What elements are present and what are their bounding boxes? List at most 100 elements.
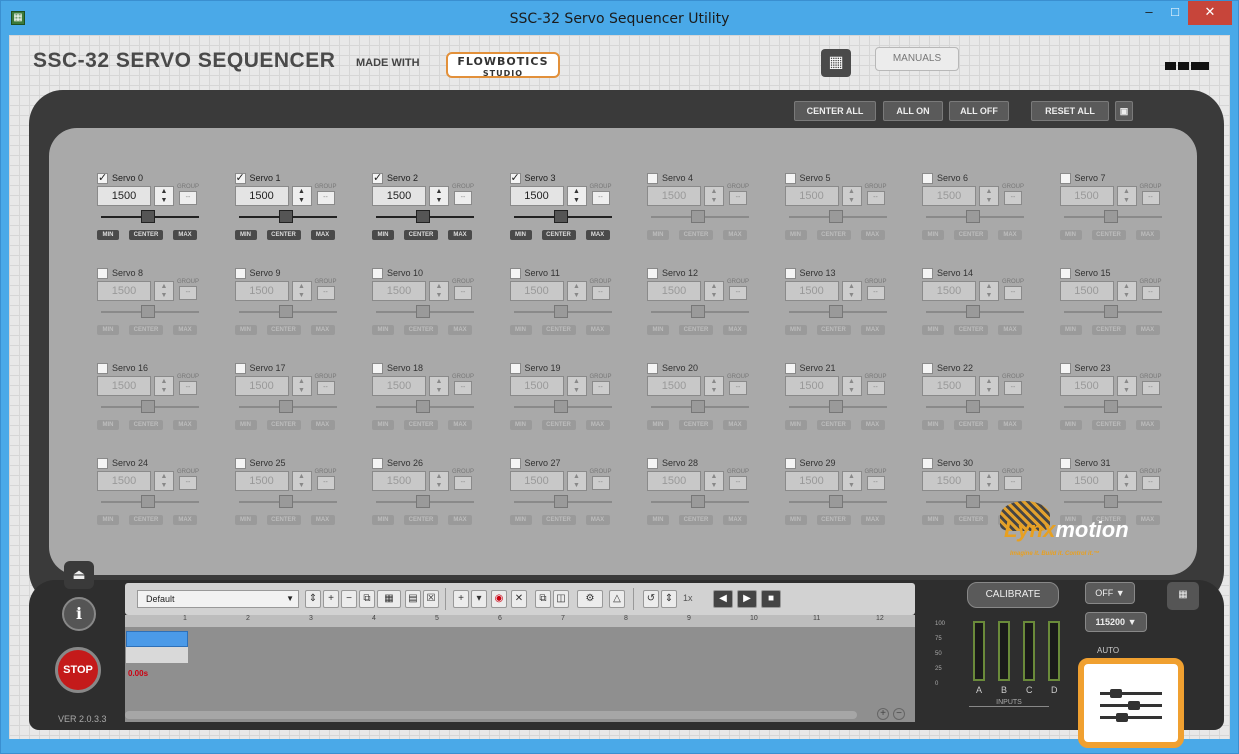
- servo-value-stepper[interactable]: ▲ ▼: [566, 281, 587, 301]
- servo-enable-checkbox[interactable]: [922, 458, 933, 469]
- servo-enable-checkbox[interactable]: [784, 268, 796, 279]
- group-select[interactable]: --: [1004, 381, 1022, 395]
- eject-icon[interactable]: ⏏: [64, 561, 94, 589]
- info-button[interactable]: i: [62, 597, 96, 631]
- servo-value-stepper[interactable]: ▲ ▼: [979, 186, 999, 206]
- servo-min-button[interactable]: MIN: [509, 420, 532, 430]
- servo-value-stepper[interactable]: ▲ ▼: [1116, 281, 1137, 301]
- servo-slider-handle[interactable]: [416, 495, 430, 508]
- servo-center-button[interactable]: CENTER: [541, 515, 576, 525]
- servo-max-button[interactable]: MAX: [1135, 230, 1160, 240]
- remove-icon[interactable]: −: [341, 590, 357, 608]
- group-select[interactable]: --: [454, 191, 472, 205]
- group-select[interactable]: --: [866, 286, 885, 300]
- servo-value-stepper[interactable]: ▲ ▼: [291, 281, 312, 301]
- servo-max-button[interactable]: MAX: [310, 420, 335, 430]
- servo-min-button[interactable]: MIN: [647, 515, 669, 525]
- servo-value-field[interactable]: 1500: [97, 186, 151, 206]
- servo-value-stepper[interactable]: ▲ ▼: [841, 471, 862, 491]
- servo-value-field[interactable]: 1500: [1059, 281, 1114, 301]
- servo-min-button[interactable]: MIN: [509, 515, 532, 525]
- servo-max-button[interactable]: MAX: [448, 515, 472, 525]
- keyframe-selected[interactable]: [126, 631, 188, 647]
- servo-center-button[interactable]: CENTER: [954, 325, 988, 335]
- servo-center-button[interactable]: CENTER: [541, 230, 576, 240]
- group-select[interactable]: --: [179, 381, 197, 395]
- group-select[interactable]: --: [866, 191, 885, 205]
- group-select[interactable]: --: [729, 381, 747, 395]
- servo-center-button[interactable]: CENTER: [679, 420, 713, 430]
- servo-value-field[interactable]: 1500: [1059, 471, 1114, 491]
- servo-center-button[interactable]: CENTER: [404, 230, 438, 240]
- servo-slider-handle[interactable]: [828, 210, 843, 223]
- servo-value-field[interactable]: 1500: [372, 186, 426, 206]
- servo-max-button[interactable]: MAX: [173, 420, 197, 430]
- servo-min-button[interactable]: MIN: [97, 515, 119, 525]
- servo-center-button[interactable]: CENTER: [266, 230, 301, 240]
- servo-min-button[interactable]: MIN: [784, 515, 807, 525]
- play-button[interactable]: ▶: [737, 590, 757, 608]
- servo-enable-checkbox[interactable]: [372, 363, 383, 374]
- zoom-out-icon[interactable]: −: [893, 708, 905, 720]
- servo-value-stepper[interactable]: ▲ ▼: [1116, 376, 1137, 396]
- servo-value-stepper[interactable]: ▲ ▼: [841, 376, 862, 396]
- servo-center-button[interactable]: CENTER: [1091, 230, 1126, 240]
- servo-min-button[interactable]: MIN: [784, 230, 807, 240]
- record-icon[interactable]: ◉: [491, 590, 507, 608]
- servo-center-button[interactable]: CENTER: [541, 420, 576, 430]
- group-select[interactable]: --: [1141, 381, 1160, 395]
- group-select[interactable]: --: [866, 381, 885, 395]
- servo-center-button[interactable]: CENTER: [679, 230, 713, 240]
- servo-max-button[interactable]: MAX: [310, 515, 335, 525]
- servo-min-button[interactable]: MIN: [97, 420, 119, 430]
- servo-slider-handle[interactable]: [966, 305, 980, 318]
- servo-center-button[interactable]: CENTER: [954, 420, 988, 430]
- port-select[interactable]: OFF ▼: [1085, 582, 1135, 604]
- servo-value-field[interactable]: 1500: [922, 471, 976, 491]
- servo-value-field[interactable]: 1500: [647, 281, 701, 301]
- servo-min-button[interactable]: MIN: [234, 420, 257, 430]
- servo-slider-handle[interactable]: [416, 305, 430, 318]
- servo-value-stepper[interactable]: ▲ ▼: [429, 376, 449, 396]
- servo-value-stepper[interactable]: ▲ ▼: [704, 281, 724, 301]
- servo-value-field[interactable]: 1500: [922, 186, 976, 206]
- group-select[interactable]: --: [729, 191, 747, 205]
- servo-value-field[interactable]: 1500: [784, 186, 839, 206]
- servo-enable-checkbox[interactable]: [234, 268, 246, 279]
- servo-center-button[interactable]: CENTER: [816, 325, 851, 335]
- group-select[interactable]: --: [1004, 286, 1022, 300]
- servo-slider-handle[interactable]: [141, 495, 155, 508]
- minimize-button[interactable]: –: [1136, 1, 1162, 25]
- servo-center-button[interactable]: CENTER: [1091, 325, 1126, 335]
- servo-max-button[interactable]: MAX: [860, 230, 885, 240]
- servo-center-button[interactable]: CENTER: [541, 325, 576, 335]
- servo-enable-checkbox[interactable]: [234, 171, 246, 184]
- group-select[interactable]: --: [866, 476, 885, 490]
- servo-enable-checkbox[interactable]: [1059, 363, 1071, 374]
- servo-center-button[interactable]: CENTER: [266, 325, 301, 335]
- all-off-button[interactable]: ALL OFF: [949, 101, 1009, 121]
- servo-slider-handle[interactable]: [1103, 400, 1118, 413]
- servo-min-button[interactable]: MIN: [509, 230, 532, 240]
- reset-all-button[interactable]: RESET ALL: [1031, 101, 1109, 121]
- group-select[interactable]: --: [591, 286, 610, 300]
- servo-value-field[interactable]: 1500: [1059, 376, 1114, 396]
- servo-center-button[interactable]: CENTER: [129, 515, 163, 525]
- servo-value-field[interactable]: 1500: [234, 186, 289, 206]
- servo-max-button[interactable]: MAX: [1135, 420, 1160, 430]
- group-select[interactable]: --: [1141, 476, 1160, 490]
- cart-icon[interactable]: ▦: [821, 49, 851, 77]
- servo-value-stepper[interactable]: ▲ ▼: [704, 376, 724, 396]
- servo-value-stepper[interactable]: ▲ ▼: [566, 186, 587, 206]
- servo-min-button[interactable]: MIN: [372, 230, 394, 240]
- servo-max-button[interactable]: MAX: [448, 230, 472, 240]
- stop-playback-button[interactable]: ■: [761, 590, 781, 608]
- servo-max-button[interactable]: MAX: [173, 230, 197, 240]
- servo-value-stepper[interactable]: ▲ ▼: [566, 471, 587, 491]
- servo-value-field[interactable]: 1500: [509, 471, 564, 491]
- servo-max-button[interactable]: MAX: [585, 325, 610, 335]
- zoom-in-icon[interactable]: +: [877, 708, 889, 720]
- servo-enable-checkbox[interactable]: [372, 171, 383, 184]
- servo-max-button[interactable]: MAX: [173, 325, 197, 335]
- group-select[interactable]: --: [316, 191, 335, 205]
